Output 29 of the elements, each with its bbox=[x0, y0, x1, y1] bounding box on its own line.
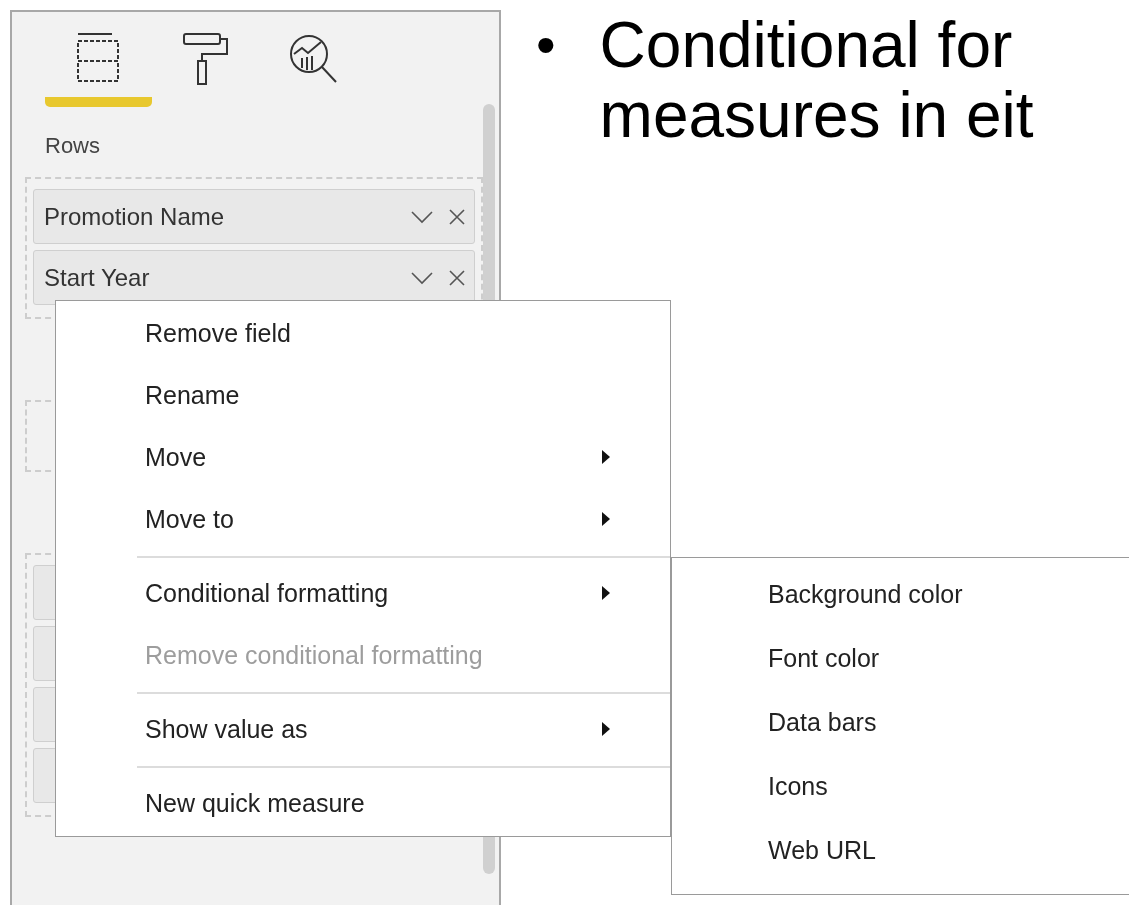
paint-roller-icon bbox=[180, 32, 231, 86]
field-chip[interactable]: Start Year bbox=[33, 250, 476, 305]
field-name: Promotion Name bbox=[44, 202, 226, 231]
field-name: Start Year bbox=[44, 263, 151, 292]
menu-item[interactable]: Icons bbox=[672, 754, 1129, 818]
bullet-mark: • bbox=[536, 12, 556, 78]
menu-item[interactable]: Web URL bbox=[672, 818, 1129, 882]
slide-text-line: Conditional for bbox=[599, 10, 1014, 80]
section-label: Rows bbox=[44, 132, 101, 160]
menu-item[interactable]: New quick measure bbox=[56, 772, 670, 834]
menu-item[interactable]: Data bars bbox=[672, 690, 1129, 754]
chevron-down-icon bbox=[410, 208, 435, 225]
submenu-arrow-icon bbox=[601, 449, 611, 465]
menu-item[interactable]: Font color bbox=[672, 626, 1129, 690]
menu-item[interactable]: Remove field bbox=[56, 302, 670, 364]
slide-text-line: measures in eit bbox=[599, 80, 1034, 150]
close-icon bbox=[448, 268, 467, 287]
menu-item[interactable]: Background color bbox=[672, 562, 1129, 626]
menu-item[interactable]: Move to bbox=[56, 488, 670, 550]
submenu-arrow-icon bbox=[601, 721, 611, 737]
submenu-arrow-icon bbox=[601, 511, 611, 527]
field-chip[interactable]: Promotion Name bbox=[33, 189, 476, 244]
menu-item[interactable]: Rename bbox=[56, 364, 670, 426]
close-icon bbox=[448, 207, 467, 226]
pane-tab[interactable] bbox=[45, 32, 152, 107]
submenu-arrow-icon bbox=[601, 585, 611, 601]
menu-item[interactable]: Show value as bbox=[56, 698, 670, 760]
chevron-down-icon bbox=[410, 269, 435, 286]
menu-item[interactable]: Move bbox=[56, 426, 670, 488]
